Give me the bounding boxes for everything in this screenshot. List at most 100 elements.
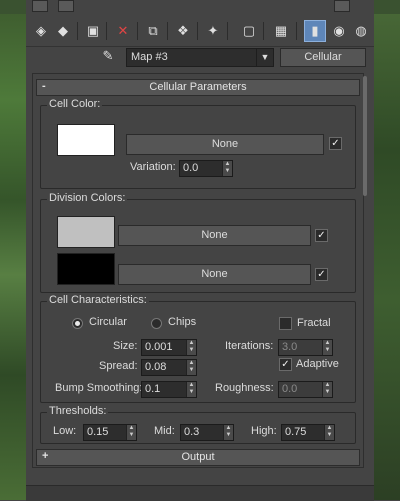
cellular-parameters-rollout-header[interactable]: - Cellular Parameters bbox=[36, 79, 360, 96]
rollout-scrollbar[interactable] bbox=[363, 76, 367, 196]
high-threshold-spinner[interactable]: 0.75 ▲ ▼ bbox=[281, 424, 335, 441]
put-to-library-icon[interactable]: ✦ bbox=[202, 20, 224, 42]
chevron-down-icon[interactable]: ▼ bbox=[256, 49, 273, 66]
assign-material-icon[interactable]: ▣ bbox=[82, 20, 104, 42]
mid-threshold-spinner[interactable]: 0.3 ▲ ▼ bbox=[180, 424, 234, 441]
bump-smoothing-spinner[interactable]: 0.1 ▲ ▼ bbox=[141, 381, 197, 398]
division-color-1-map-button[interactable]: None bbox=[118, 225, 311, 246]
low-threshold-value: 0.15 bbox=[87, 426, 109, 438]
map-type-button[interactable]: Cellular bbox=[280, 48, 366, 67]
cell-color-map-checkbox[interactable]: ✓ bbox=[329, 137, 342, 150]
roughness-spinner[interactable]: 0.0 ▲ ▼ bbox=[278, 381, 333, 398]
division-colors-group: Division Colors: None ✓ None ✓ bbox=[40, 192, 356, 293]
rollout-panel: - Cellular Parameters Cell Color: None ✓… bbox=[32, 73, 364, 468]
iterations-value: 3.0 bbox=[282, 341, 298, 353]
sample-slot[interactable] bbox=[32, 0, 48, 12]
division-color-1-checkbox[interactable]: ✓ bbox=[315, 229, 328, 242]
division-color-2-map-button[interactable]: None bbox=[118, 264, 311, 285]
group-label: Thresholds: bbox=[47, 405, 109, 417]
mid-threshold-value: 0.3 bbox=[184, 426, 200, 438]
bottom-bar bbox=[26, 485, 374, 501]
division-color-1-swatch[interactable] bbox=[57, 216, 115, 248]
roughness-value: 0.0 bbox=[282, 383, 298, 395]
size-value: 0.001 bbox=[145, 341, 173, 353]
circular-label: Circular bbox=[89, 316, 127, 328]
toolbar-separator bbox=[296, 22, 297, 40]
cell-characteristics-group: Cell Characteristics: Circular Chips Fra… bbox=[40, 294, 356, 403]
division-color-2-checkbox[interactable]: ✓ bbox=[315, 268, 328, 281]
group-label: Cell Characteristics: bbox=[47, 294, 149, 306]
toolbar-separator bbox=[167, 22, 168, 40]
size-spinner[interactable]: 0.001 ▲ ▼ bbox=[141, 339, 197, 356]
bump-smoothing-value: 0.1 bbox=[145, 383, 161, 395]
variation-label: Variation: bbox=[130, 161, 176, 173]
group-label: Cell Color: bbox=[47, 98, 103, 110]
material-editor-window: ◈ ◆ ▣ ✕ ⧉ ❖ ✦ ▢ ▦ ▮ ◉ ◍ ✎ Map #3 ▼ Cellu… bbox=[26, 0, 374, 501]
spinner-arrows-icon[interactable]: ▲ ▼ bbox=[322, 382, 332, 397]
low-threshold-spinner[interactable]: 0.15 ▲ ▼ bbox=[83, 424, 137, 441]
spinner-arrows-icon[interactable]: ▲ ▼ bbox=[324, 425, 334, 440]
fractal-label: Fractal bbox=[297, 317, 331, 329]
cell-color-swatch[interactable] bbox=[57, 124, 115, 156]
group-label: Division Colors: bbox=[47, 192, 128, 204]
adaptive-label: Adaptive bbox=[296, 358, 339, 370]
toolbar-separator bbox=[197, 22, 198, 40]
material-name-row: ✎ Map #3 ▼ Cellular bbox=[26, 46, 374, 70]
cell-color-group: Cell Color: None ✓ Variation: 0.0 ▲ ▼ bbox=[40, 98, 356, 189]
map-name-dropdown[interactable]: Map #3 ▼ bbox=[126, 48, 274, 67]
sample-slot[interactable] bbox=[58, 0, 74, 12]
chips-label: Chips bbox=[168, 316, 197, 328]
spinner-arrows-icon[interactable]: ▲ ▼ bbox=[186, 382, 196, 397]
show-end-result-icon[interactable]: ▮ bbox=[304, 20, 326, 42]
toolbar-separator bbox=[106, 22, 107, 40]
fractal-checkbox[interactable] bbox=[279, 317, 292, 330]
size-label: Size: bbox=[113, 340, 138, 352]
rollout-title: Output bbox=[181, 451, 215, 463]
put-to-scene-icon[interactable]: ◆ bbox=[52, 20, 74, 42]
spinner-arrows-icon[interactable]: ▲ ▼ bbox=[186, 340, 196, 355]
map-name-value: Map #3 bbox=[131, 51, 168, 63]
spread-value: 0.08 bbox=[145, 361, 167, 373]
sample-slot[interactable] bbox=[334, 0, 350, 12]
toolbar-separator bbox=[77, 22, 78, 40]
rollout-title: Cellular Parameters bbox=[149, 81, 247, 93]
variation-value: 0.0 bbox=[183, 162, 199, 174]
high-threshold-value: 0.75 bbox=[285, 426, 307, 438]
toolbar-separator bbox=[137, 22, 138, 40]
thresholds-group: Thresholds: Low: 0.15 ▲ ▼ Mid: 0.3 ▲ ▼ Hig… bbox=[40, 405, 356, 444]
get-material-icon[interactable]: ◈ bbox=[30, 20, 52, 42]
spinner-arrows-icon[interactable]: ▲ ▼ bbox=[222, 161, 232, 176]
material-toolbar: ◈ ◆ ▣ ✕ ⧉ ❖ ✦ ▢ ▦ ▮ ◉ ◍ bbox=[26, 14, 374, 47]
material-id-channel-icon[interactable]: ▢ bbox=[238, 20, 260, 42]
spinner-arrows-icon[interactable]: ▲ ▼ bbox=[186, 360, 196, 375]
circular-radio[interactable] bbox=[72, 318, 83, 329]
go-to-parent-icon[interactable]: ◉ bbox=[328, 20, 350, 42]
low-label: Low: bbox=[53, 425, 77, 437]
chips-radio[interactable] bbox=[151, 318, 162, 329]
output-rollout-header[interactable]: + Output bbox=[36, 449, 360, 466]
spread-spinner[interactable]: 0.08 ▲ ▼ bbox=[141, 359, 197, 376]
show-map-icon[interactable]: ▦ bbox=[270, 20, 292, 42]
spread-label: Spread: bbox=[99, 360, 138, 372]
division-color-2-swatch[interactable] bbox=[57, 253, 115, 285]
toolbar-separator bbox=[263, 22, 264, 40]
bump-smoothing-label: Bump Smoothing: bbox=[55, 382, 143, 394]
spinner-arrows-icon[interactable]: ▲ ▼ bbox=[322, 340, 332, 355]
copy-material-icon[interactable]: ⧉ bbox=[142, 20, 164, 42]
make-unique-icon[interactable]: ❖ bbox=[172, 20, 194, 42]
viewport-background-right bbox=[372, 0, 400, 500]
cell-color-map-button[interactable]: None bbox=[126, 134, 324, 155]
adaptive-checkbox[interactable]: ✓ bbox=[279, 358, 292, 371]
go-forward-icon[interactable]: ◍ bbox=[350, 20, 372, 42]
iterations-label: Iterations: bbox=[225, 340, 274, 352]
delete-icon[interactable]: ✕ bbox=[112, 20, 134, 42]
spinner-arrows-icon[interactable]: ▲ ▼ bbox=[223, 425, 233, 440]
spinner-arrows-icon[interactable]: ▲ ▼ bbox=[126, 425, 136, 440]
toolbar-separator bbox=[227, 22, 228, 40]
iterations-spinner[interactable]: 3.0 ▲ ▼ bbox=[278, 339, 333, 356]
high-label: High: bbox=[251, 425, 277, 437]
mid-label: Mid: bbox=[154, 425, 175, 437]
variation-spinner[interactable]: 0.0 ▲ ▼ bbox=[179, 160, 233, 177]
roughness-label: Roughness: bbox=[215, 382, 274, 394]
eyedropper-icon[interactable]: ✎ bbox=[98, 48, 118, 68]
